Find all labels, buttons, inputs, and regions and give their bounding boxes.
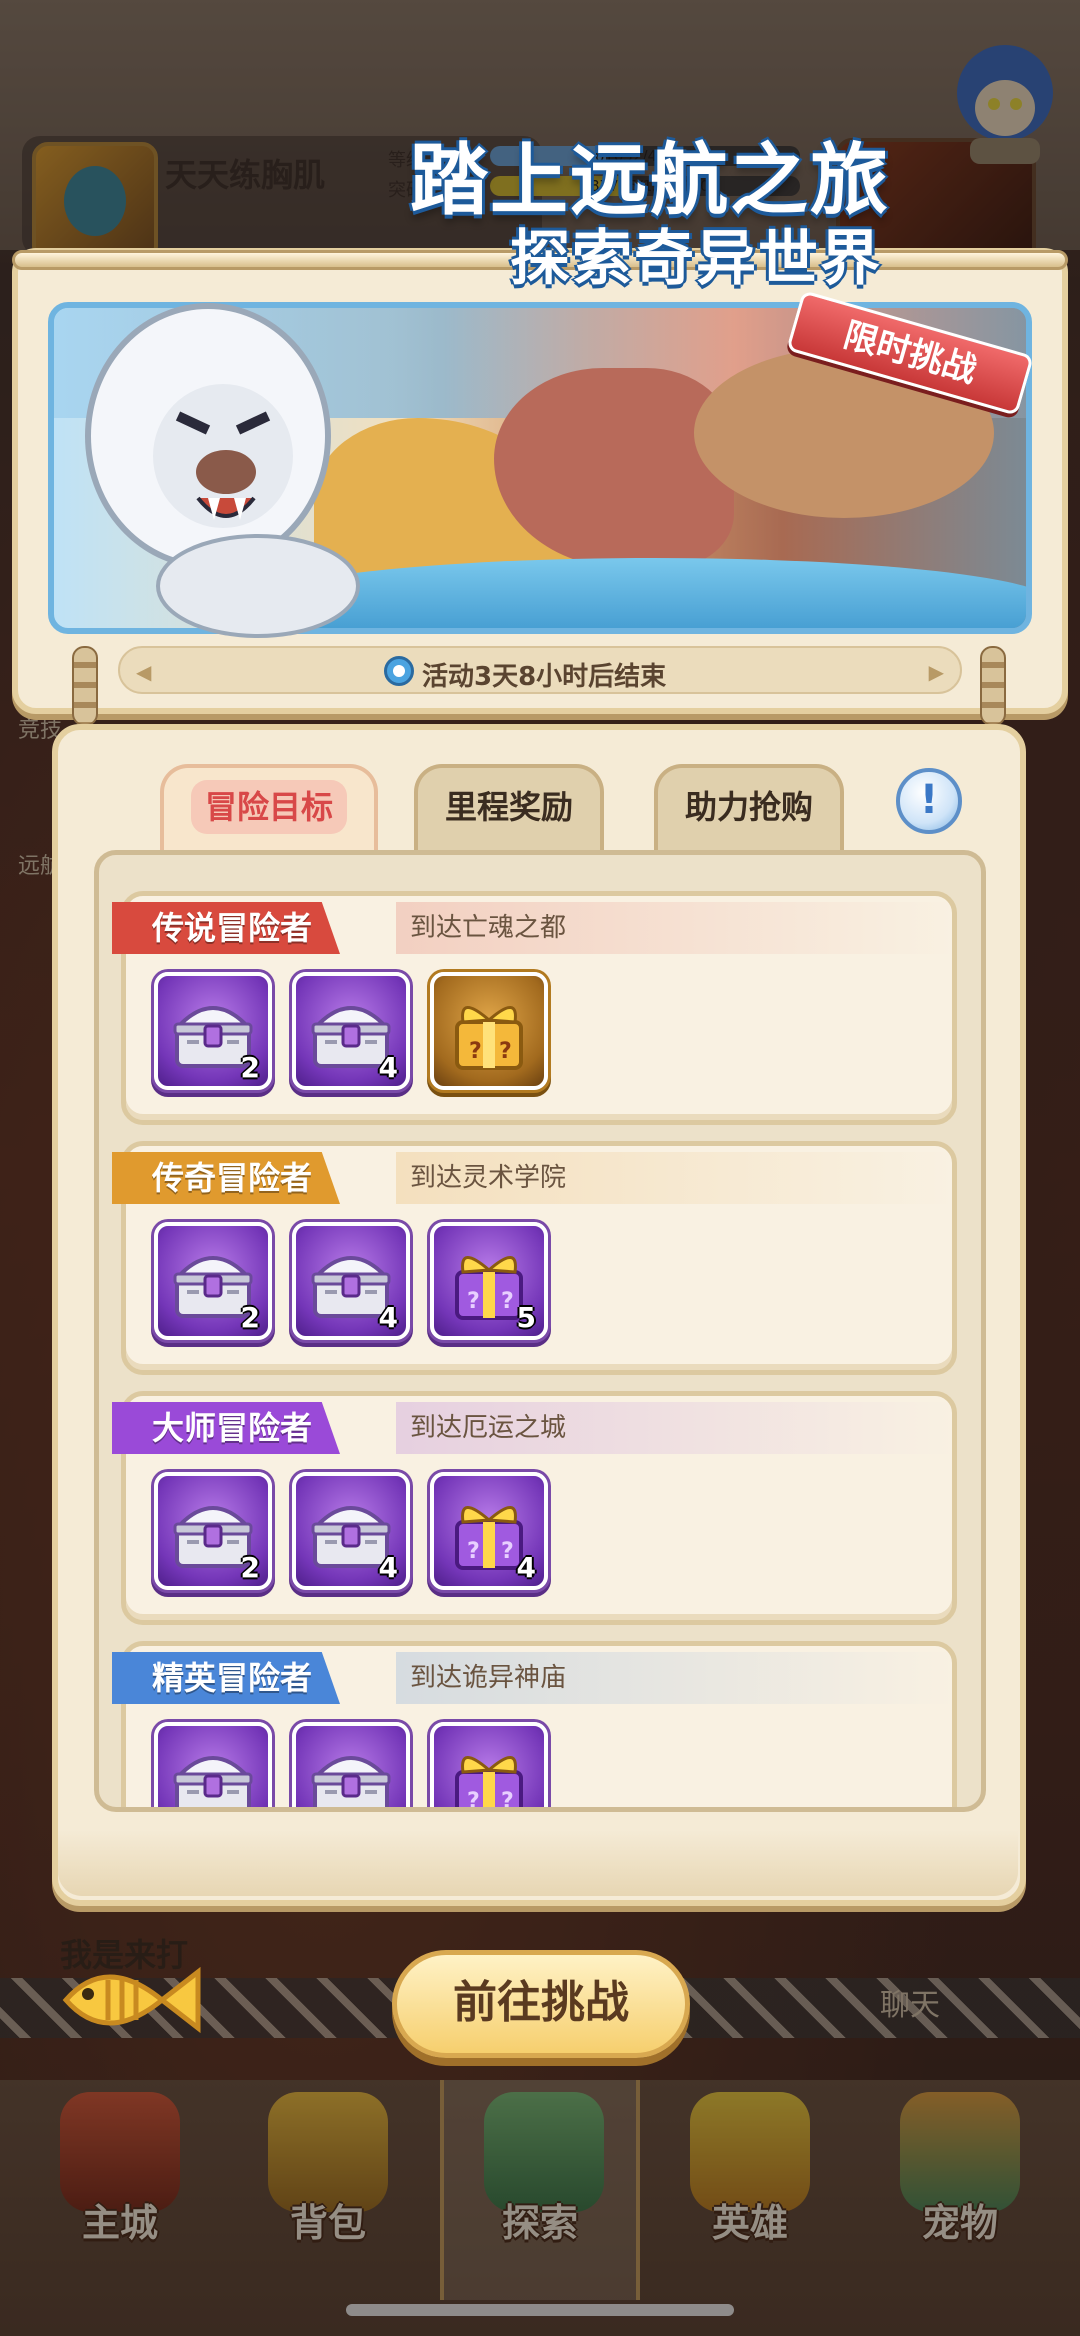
tab-adventure-goals[interactable]: 冒险目标 <box>160 764 378 850</box>
rank-destination: 到达诡异神庙 <box>396 1652 956 1704</box>
reward-count: 2 <box>240 1301 260 1334</box>
rank-title: 大师冒险者 <box>112 1402 341 1454</box>
reward-gift[interactable]: 5 <box>430 1222 548 1340</box>
info-button[interactable]: ! <box>896 768 962 834</box>
tab-label: 里程奖励 <box>444 788 573 826</box>
chain-right <box>980 646 1006 726</box>
clock-icon <box>384 656 414 686</box>
rank-card: 到达亡魂之都 传说冒险者 2 4 <box>112 891 957 1125</box>
reward-count: 2 <box>240 1051 260 1084</box>
reward-chest[interactable]: 4 <box>292 972 410 1090</box>
tab-boost-purchase[interactable]: 助力抢购 <box>654 764 844 850</box>
reward-gift[interactable] <box>430 972 548 1090</box>
rank-card: 到达灵术学院 传奇冒险者 2 4 5 <box>112 1141 957 1375</box>
reward-count: 5 <box>516 1301 536 1334</box>
arrow-right-icon: ▶ <box>928 660 944 684</box>
rank-card: 到达厄运之城 大师冒险者 2 4 4 <box>112 1391 957 1625</box>
reward-chest[interactable]: 2 <box>154 1222 272 1340</box>
go-challenge-button[interactable]: 前往挑战 <box>392 1950 690 2058</box>
reward-gift[interactable] <box>430 1722 548 1812</box>
reward-count: 4 <box>378 1551 398 1584</box>
purple-gift-box-icon <box>443 1736 535 1812</box>
banner-subtitle: 探索奇异世界 <box>510 224 882 294</box>
reward-chest[interactable] <box>292 1722 410 1812</box>
reward-chest[interactable]: 2 <box>154 972 272 1090</box>
rank-destination: 到达亡魂之都 <box>396 902 956 954</box>
reward-gift[interactable]: 4 <box>430 1472 548 1590</box>
reward-count: 4 <box>378 1051 398 1084</box>
rank-title: 精英冒险者 <box>112 1652 341 1704</box>
rank-card: 到达诡异神庙 精英冒险者 <box>112 1641 957 1812</box>
tab-label: 冒险目标 <box>190 780 347 834</box>
event-timer-bar: ◀ 活动3天8小时后结束 ▶ <box>118 646 962 694</box>
tab-label: 助力抢购 <box>684 788 813 826</box>
reward-count: 4 <box>516 1551 536 1584</box>
reward-count: 2 <box>240 1551 260 1584</box>
reward-count: 4 <box>378 1301 398 1334</box>
lion-mascot-icon <box>85 303 360 638</box>
arrow-left-icon: ◀ <box>136 660 152 684</box>
panel-footer-decor <box>58 1830 1018 1896</box>
event-timer-text: 活动3天8小时后结束 <box>422 662 667 692</box>
rank-list[interactable]: 到达亡魂之都 传说冒险者 2 4 到达灵术学院 传奇冒险者 2 4 5 到达厄运… <box>94 850 986 1812</box>
chest-icon <box>167 1736 259 1812</box>
tab-milestone-rewards[interactable]: 里程奖励 <box>414 764 604 850</box>
rank-title: 传说冒险者 <box>112 902 341 954</box>
rank-destination: 到达灵术学院 <box>396 1152 956 1204</box>
chest-icon <box>305 1736 397 1812</box>
rank-destination: 到达厄运之城 <box>396 1402 956 1454</box>
reward-chest[interactable] <box>154 1722 272 1812</box>
rank-title: 传奇冒险者 <box>112 1152 341 1204</box>
gold-gift-box-icon <box>443 986 535 1078</box>
fish-bone-icon[interactable] <box>56 1950 206 2050</box>
reward-chest[interactable]: 2 <box>154 1472 272 1590</box>
reward-chest[interactable]: 4 <box>292 1472 410 1590</box>
reward-chest[interactable]: 4 <box>292 1222 410 1340</box>
chain-left <box>72 646 98 726</box>
